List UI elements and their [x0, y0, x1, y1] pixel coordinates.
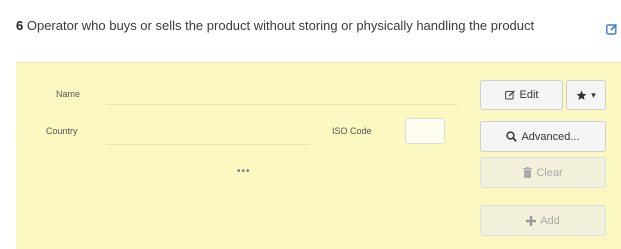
section-title: Operator who buys or sells the product w…: [26, 18, 535, 33]
iso-code-field[interactable]: [405, 118, 445, 144]
pencil-icon: [504, 90, 516, 100]
search-icon: [506, 131, 518, 142]
plus-icon: [526, 215, 537, 226]
favorites-dropdown-button[interactable]: ▾: [566, 80, 606, 110]
advanced-button[interactable]: Advanced...: [480, 121, 606, 152]
name-label: Name: [56, 89, 81, 99]
star-icon: [576, 90, 587, 101]
chevron-down-icon: ▾: [591, 89, 596, 100]
edit-section-icon[interactable]: [606, 22, 618, 35]
advanced-label: Advanced...: [521, 130, 580, 143]
edit-button[interactable]: Edit: [480, 80, 563, 110]
edit-label: Edit: [519, 89, 539, 101]
more-ellipsis: •••: [237, 166, 251, 177]
iso-code-label: ISO Code: [332, 126, 372, 136]
country-field[interactable]: [106, 144, 310, 145]
clear-label: Clear: [536, 166, 563, 179]
add-label: Add: [540, 214, 560, 227]
add-button[interactable]: Add: [480, 205, 606, 236]
trash-icon: [523, 167, 533, 178]
section-header: 6 Operator who buys or sells the product…: [16, 18, 606, 34]
country-label: Country: [46, 126, 78, 136]
name-field[interactable]: [106, 104, 458, 105]
clear-button[interactable]: Clear: [480, 157, 606, 188]
section-number: 6: [16, 18, 24, 33]
